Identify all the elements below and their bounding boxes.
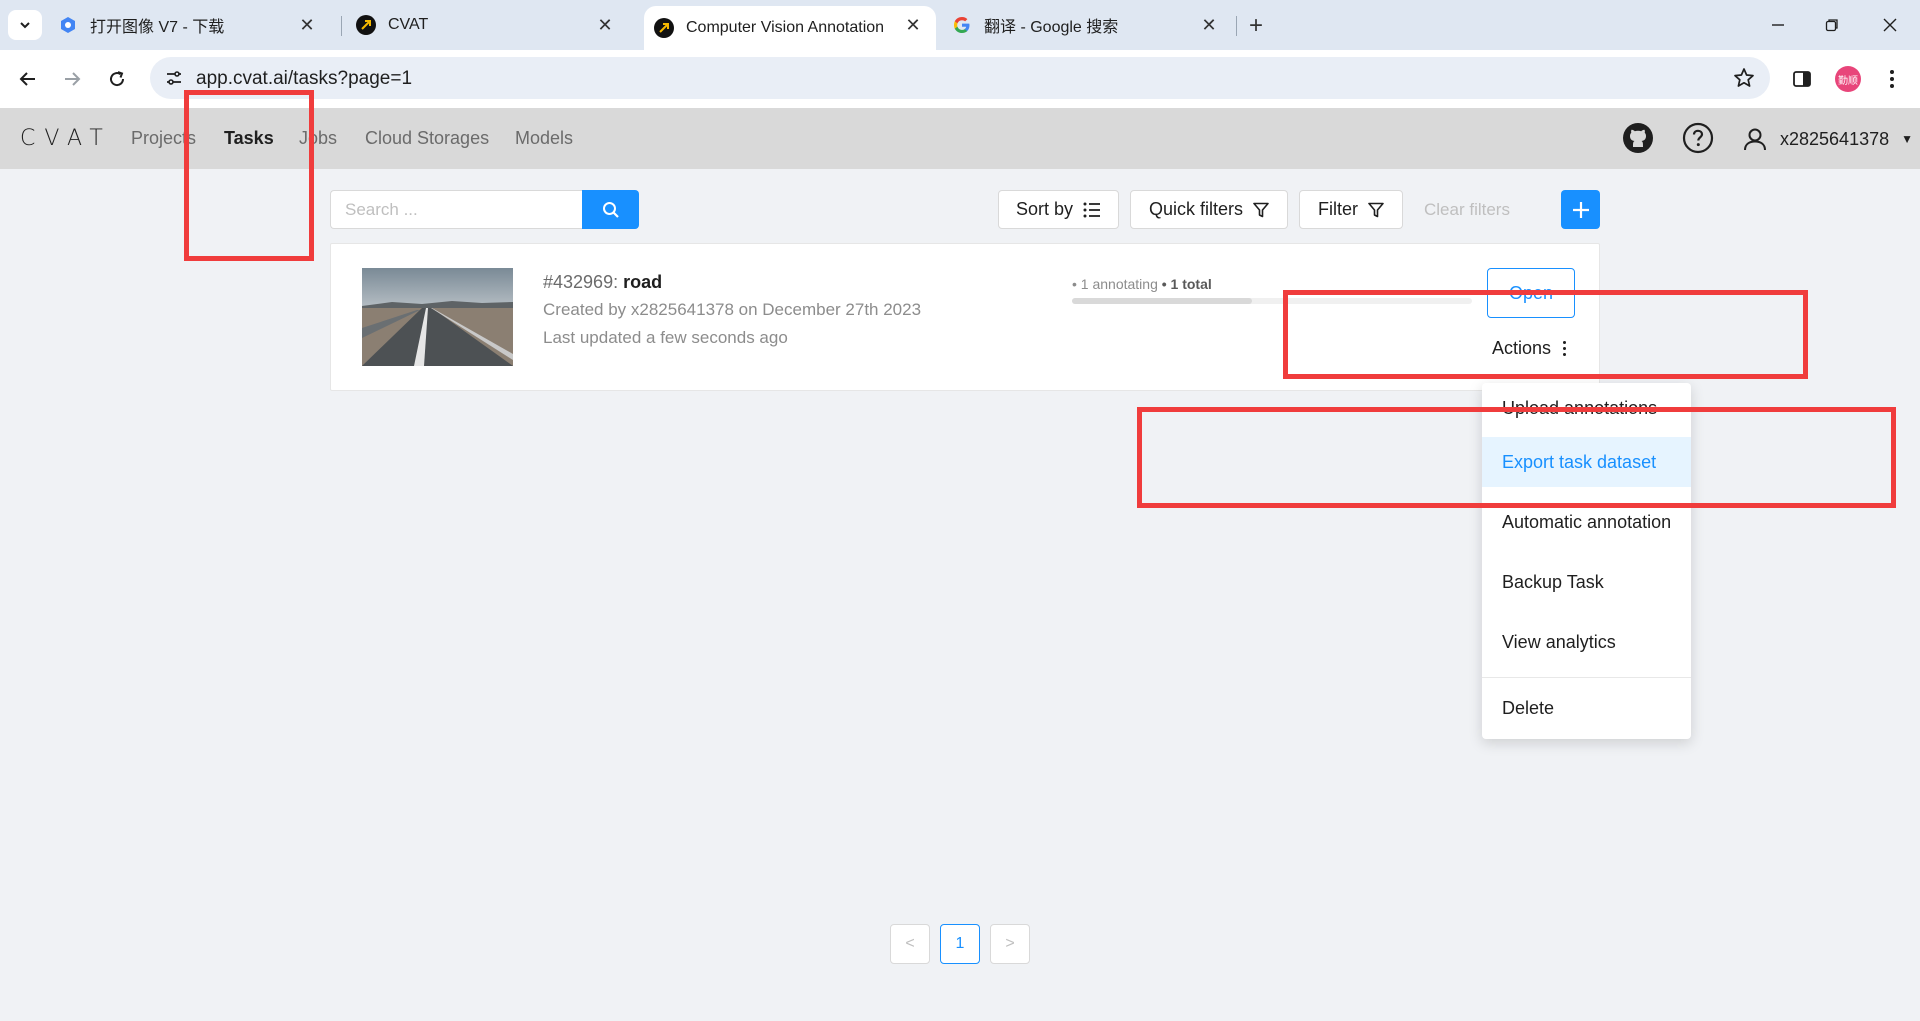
task-progress-fill [1072,298,1252,304]
annotation-highlight-box [184,90,314,261]
annotation-highlight-box [1283,290,1808,379]
create-task-button[interactable] [1561,190,1600,229]
progress-total: • 1 total [1161,276,1212,292]
search-button[interactable] [582,190,639,229]
close-tab-icon[interactable]: ✕ [902,14,924,36]
tab-title: Computer Vision Annotation [686,19,885,36]
url-text[interactable]: app.cvat.ai/tasks?page=1 [196,68,412,90]
caret-down-icon: ▼ [1901,132,1913,146]
google-docs-icon [58,15,78,35]
profile-label: 勤顺 [1835,66,1861,92]
nav-cloud-storages[interactable]: Cloud Storages [365,128,489,149]
menu-item-backup-task[interactable]: Backup Task [1482,557,1691,607]
chevron-down-icon [20,22,30,29]
close-window-icon[interactable] [1870,10,1910,40]
close-tab-icon[interactable]: ✕ [1198,14,1220,36]
task-updated-info: Last updated a few seconds ago [543,328,788,347]
browser-tab-strip: 打开图像 V7 - 下载 ✕ CVAT ✕ Computer Vision An… [0,0,1920,50]
browser-tab-1[interactable]: 打开图像 V7 - 下载 ✕ [58,6,330,44]
back-arrow-icon[interactable] [12,63,44,95]
username: x2825641378 [1780,128,1890,149]
forward-arrow-icon[interactable] [56,63,88,95]
menu-divider [1482,677,1691,678]
tab-separator [341,16,342,36]
search-input[interactable] [330,190,583,229]
task-preview-image[interactable] [362,268,513,366]
clear-filters-button[interactable]: Clear filters [1424,200,1510,220]
pagination-page-1[interactable]: 1 [940,924,980,964]
close-tab-icon[interactable]: ✕ [296,14,318,36]
sort-list-icon [1083,202,1101,218]
tab-separator [1236,16,1237,36]
annotation-highlight-box [1137,407,1896,508]
quick-filters-label: Quick filters [1148,199,1244,219]
browser-tab-4[interactable]: 翻译 - Google 搜索 ✕ [952,6,1232,44]
tab-title: 翻译 - Google 搜索 [984,19,1119,36]
task-id: #432969: [543,272,619,292]
browser-tab-3-active[interactable]: Computer Vision Annotation ✕ [644,6,936,50]
user-menu[interactable]: x2825641378 ▼ [1742,122,1913,156]
tab-title: CVAT [388,16,429,33]
progress-annotating: • 1 annotating [1072,276,1158,292]
profile-avatar[interactable]: 勤顺 [1832,63,1864,95]
filter-button[interactable]: Filter [1299,190,1403,229]
bookmark-star-icon[interactable] [1732,66,1756,90]
restore-window-icon[interactable] [1812,10,1852,40]
filter-funnel-icon [1368,202,1384,218]
minimize-icon[interactable] [1758,10,1798,40]
reload-icon[interactable] [101,63,133,95]
cvat-favicon-icon [356,15,376,35]
task-progress-summary: • 1 annotating • 1 total [1072,276,1212,292]
task-created-info: Created by x2825641378 on December 27th … [543,300,922,319]
plus-icon [1572,201,1589,218]
nav-models[interactable]: Models [515,128,573,149]
cvat-logo[interactable]: CVAT [20,126,112,151]
tab-title: 打开图像 V7 - 下载 [90,19,225,36]
task-search [330,190,639,229]
tab-search-button[interactable] [8,10,42,40]
user-icon [1744,128,1766,151]
site-info-icon[interactable] [162,66,186,90]
sort-by-button[interactable]: Sort by [998,190,1119,229]
github-icon[interactable] [1621,121,1655,155]
task-title: #432969: road [543,272,662,293]
search-icon [602,201,619,218]
sort-by-label: Sort by [1015,199,1074,219]
google-icon [952,15,972,35]
task-name: road [623,272,663,292]
menu-item-delete[interactable]: Delete [1482,683,1691,733]
menu-item-view-analytics[interactable]: View analytics [1482,617,1691,667]
side-panel-icon[interactable] [1786,63,1818,95]
pagination-prev-button[interactable]: < [890,924,930,964]
cvat-favicon-icon [654,18,674,38]
browser-tab-2[interactable]: CVAT ✕ [356,6,628,44]
filter-label: Filter [1318,199,1358,219]
quick-filters-button[interactable]: Quick filters [1130,190,1288,229]
new-tab-plus-icon[interactable]: + [1242,12,1270,40]
filter-funnel-icon [1253,202,1269,218]
close-tab-icon[interactable]: ✕ [594,14,616,36]
help-question-icon[interactable] [1681,121,1715,155]
browser-menu-icon[interactable] [1876,63,1908,95]
pagination-next-button[interactable]: > [990,924,1030,964]
address-bar[interactable]: app.cvat.ai/tasks?page=1 [150,57,1770,99]
